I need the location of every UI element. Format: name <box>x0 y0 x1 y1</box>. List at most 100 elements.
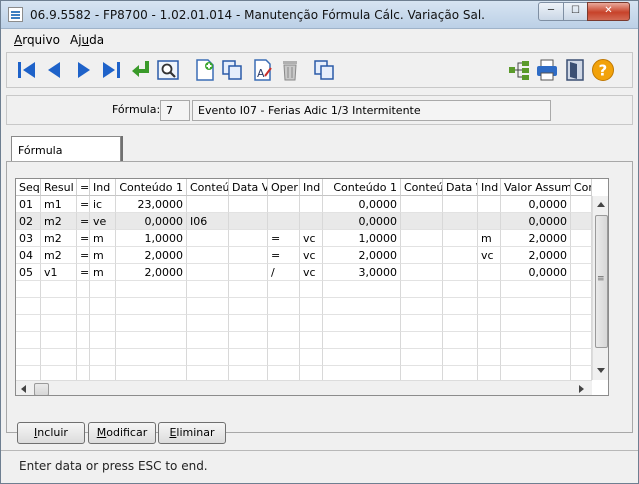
eliminar-button[interactable]: Eliminar <box>158 422 226 444</box>
delete-button[interactable] <box>277 57 303 83</box>
table-cell[interactable] <box>268 196 300 213</box>
find-button[interactable] <box>155 57 181 83</box>
table-cell[interactable] <box>478 332 501 349</box>
column-header[interactable]: Seq <box>16 179 41 196</box>
formula-grid[interactable]: Seq Resul = Ind Conteúdo 1 Conteúd Data … <box>15 178 609 396</box>
table-cell[interactable] <box>229 196 268 213</box>
table-cell[interactable] <box>323 315 401 332</box>
table-cell[interactable] <box>268 281 300 298</box>
copy-record-button[interactable] <box>219 57 245 83</box>
table-cell[interactable] <box>116 332 187 349</box>
table-cell[interactable]: m <box>90 230 116 247</box>
horizontal-scrollbar[interactable] <box>16 380 592 395</box>
table-cell[interactable] <box>187 298 229 315</box>
table-cell[interactable] <box>443 349 478 366</box>
table-cell[interactable] <box>229 230 268 247</box>
scroll-left-icon[interactable] <box>21 385 26 393</box>
edit-record-button[interactable]: A <box>249 57 275 83</box>
print-button[interactable] <box>534 57 560 83</box>
table-cell[interactable]: = <box>268 230 300 247</box>
table-cell[interactable] <box>16 315 41 332</box>
table-cell[interactable] <box>443 264 478 281</box>
table-cell[interactable] <box>41 298 77 315</box>
table-cell[interactable]: vc <box>300 230 323 247</box>
table-cell[interactable]: 04 <box>16 247 41 264</box>
table-cell[interactable] <box>571 315 592 332</box>
table-cell[interactable] <box>323 298 401 315</box>
table-cell[interactable] <box>501 281 571 298</box>
column-header[interactable]: Conteúdo 1 <box>323 179 401 196</box>
enter-button[interactable] <box>128 57 154 83</box>
table-cell[interactable]: m1 <box>41 196 77 213</box>
column-header[interactable]: Cor <box>571 179 592 196</box>
table-cell[interactable] <box>501 315 571 332</box>
table-cell[interactable] <box>478 213 501 230</box>
table-cell[interactable] <box>187 264 229 281</box>
table-cell[interactable] <box>229 349 268 366</box>
table-cell[interactable]: = <box>77 230 90 247</box>
table-cell[interactable]: 2,0000 <box>116 264 187 281</box>
table-cell[interactable]: = <box>77 264 90 281</box>
column-header[interactable]: Data Va <box>229 179 268 196</box>
table-cell[interactable]: 01 <box>16 196 41 213</box>
table-cell[interactable] <box>229 315 268 332</box>
table-cell[interactable] <box>41 349 77 366</box>
table-cell[interactable] <box>300 349 323 366</box>
scroll-right-icon[interactable] <box>579 385 584 393</box>
table-cell[interactable] <box>77 315 90 332</box>
table-cell[interactable] <box>478 281 501 298</box>
table-cell[interactable] <box>229 247 268 264</box>
table-cell[interactable] <box>116 298 187 315</box>
table-cell[interactable] <box>478 349 501 366</box>
table-cell[interactable] <box>401 298 443 315</box>
menu-ajuda[interactable]: Ajuda <box>70 33 104 47</box>
table-cell[interactable] <box>116 281 187 298</box>
vertical-scrollbar[interactable]: ≡ <box>592 196 608 380</box>
table-cell[interactable] <box>229 264 268 281</box>
table-cell[interactable] <box>16 332 41 349</box>
table-cell[interactable] <box>77 349 90 366</box>
table-cell[interactable]: = <box>268 247 300 264</box>
column-header[interactable]: Ind <box>478 179 501 196</box>
table-cell[interactable] <box>300 315 323 332</box>
table-cell[interactable] <box>16 298 41 315</box>
table-cell[interactable] <box>401 332 443 349</box>
table-cell[interactable]: m2 <box>41 230 77 247</box>
exit-button[interactable] <box>562 57 588 83</box>
table-cell[interactable] <box>268 315 300 332</box>
empty-row[interactable] <box>16 332 592 349</box>
last-record-button[interactable] <box>98 57 124 83</box>
table-cell[interactable] <box>268 213 300 230</box>
table-cell[interactable] <box>401 315 443 332</box>
column-header[interactable]: Conteúdo 1 <box>116 179 187 196</box>
table-cell[interactable] <box>77 332 90 349</box>
horizontal-scroll-thumb[interactable] <box>34 383 49 395</box>
table-cell[interactable] <box>323 332 401 349</box>
table-cell[interactable] <box>571 230 592 247</box>
table-cell[interactable] <box>187 196 229 213</box>
table-cell[interactable]: 0,0000 <box>323 196 401 213</box>
column-header[interactable]: Conteúd <box>187 179 229 196</box>
column-header[interactable]: Conteúd <box>401 179 443 196</box>
table-cell[interactable] <box>501 298 571 315</box>
table-cell[interactable] <box>268 349 300 366</box>
table-cell[interactable] <box>571 349 592 366</box>
table-cell[interactable] <box>187 230 229 247</box>
table-row[interactable]: 01 m1 = ic 23,0000 0,0000 0,0000 <box>16 196 592 213</box>
table-cell[interactable] <box>443 298 478 315</box>
empty-row[interactable] <box>16 349 592 366</box>
table-cell[interactable] <box>229 298 268 315</box>
table-cell[interactable] <box>478 264 501 281</box>
table-cell[interactable] <box>478 196 501 213</box>
table-cell[interactable] <box>41 332 77 349</box>
table-row[interactable]: 03 m2 = m 1,0000 = vc 1,0000 m 2,0000 <box>16 230 592 247</box>
table-cell[interactable]: m <box>90 247 116 264</box>
table-cell[interactable] <box>571 298 592 315</box>
table-cell[interactable]: 23,0000 <box>116 196 187 213</box>
formula-description-field[interactable]: Evento I07 - Ferias Adic 1/3 Intermitent… <box>192 100 551 121</box>
table-cell[interactable] <box>187 247 229 264</box>
table-cell[interactable]: 02 <box>16 213 41 230</box>
table-cell[interactable] <box>41 281 77 298</box>
new-record-button[interactable] <box>192 57 218 83</box>
table-cell[interactable] <box>443 196 478 213</box>
